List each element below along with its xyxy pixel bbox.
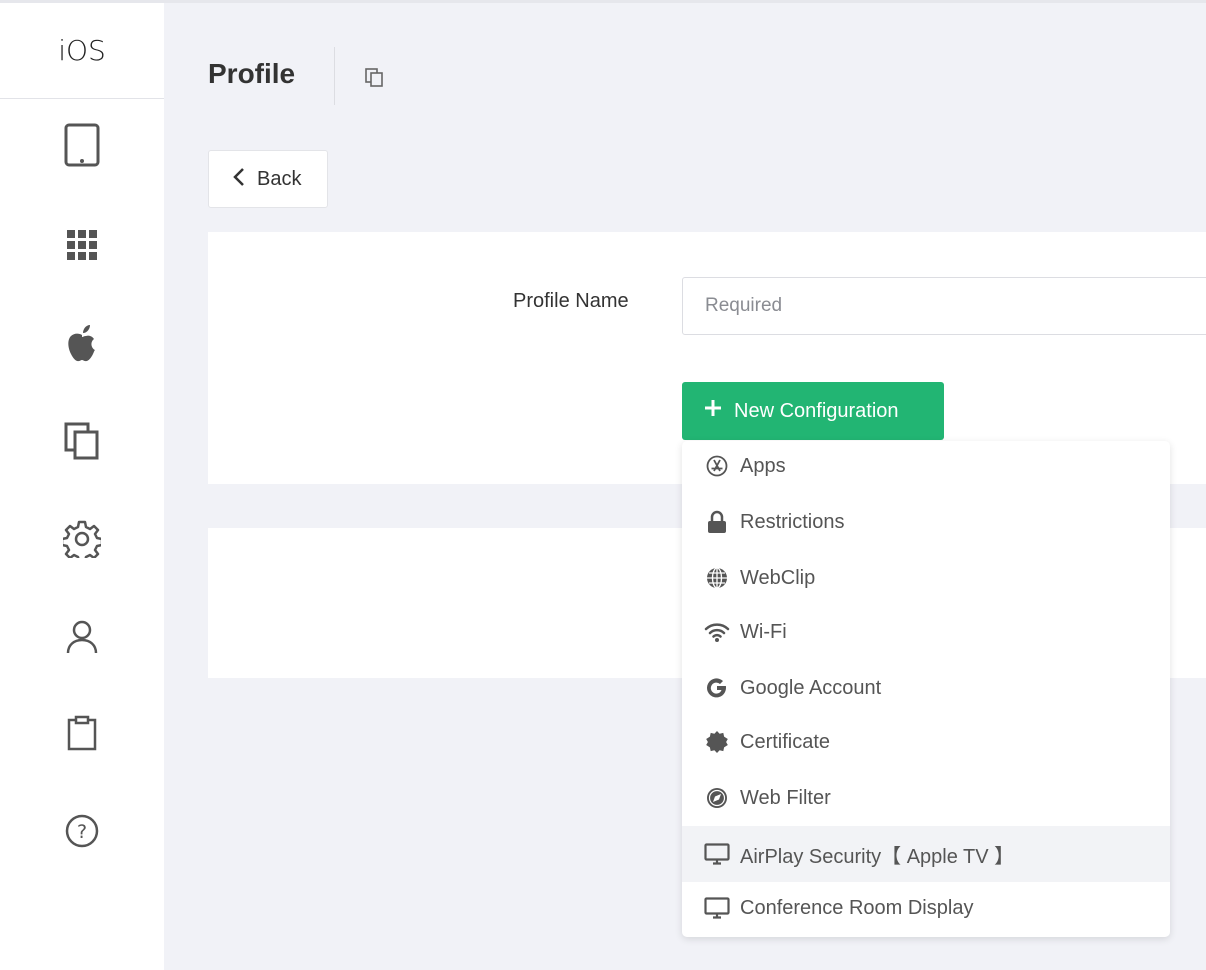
menu-item-label: Conference Room Display <box>740 896 974 919</box>
menu-item-certificate[interactable]: Certificate <box>682 714 1170 770</box>
chevron-left-icon <box>233 167 245 192</box>
top-border <box>0 0 1206 3</box>
menu-item-label: Certificate <box>740 730 831 753</box>
help-icon: ? <box>64 813 100 849</box>
back-label: Back <box>257 167 302 190</box>
sidebar-brand: iOS <box>0 3 164 99</box>
user-icon <box>66 619 98 655</box>
wifi-icon <box>704 619 730 645</box>
profile-name-label: Profile Name <box>513 290 629 312</box>
sidebar: iOS ? <box>0 3 164 970</box>
svg-text:?: ? <box>77 821 87 843</box>
lock-icon <box>704 509 730 535</box>
new-configuration-label: New Configuration <box>734 399 899 422</box>
new-configuration-button[interactable]: New Configuration <box>682 382 944 440</box>
certificate-icon <box>704 729 730 755</box>
menu-item-label: AirPlay Security【 Apple TV 】 <box>740 845 1015 868</box>
menu-item-webclip[interactable]: WebClip <box>682 550 1170 606</box>
copy-icon <box>64 422 100 460</box>
menu-item-label: Google Account <box>740 676 882 699</box>
menu-item-label: WebClip <box>740 566 816 589</box>
sidebar-item-devices[interactable] <box>0 115 164 175</box>
sidebar-item-apps[interactable] <box>0 215 164 275</box>
sidebar-item-apple[interactable] <box>0 313 164 373</box>
sidebar-item-reports[interactable] <box>0 703 164 763</box>
profile-name-input[interactable] <box>682 277 1206 335</box>
configuration-dropdown-menu: Apps Restrictions WebClip Wi-Fi Google A… <box>682 441 1170 937</box>
monitor-icon <box>704 841 730 867</box>
back-button[interactable]: Back <box>208 150 328 208</box>
plus-icon <box>704 399 722 423</box>
menu-item-restrictions[interactable]: Restrictions <box>682 494 1170 550</box>
sidebar-item-settings[interactable] <box>0 509 164 569</box>
menu-item-label: Wi-Fi <box>740 620 787 643</box>
globe-icon <box>704 565 730 591</box>
menu-item-label: Web Filter <box>740 786 831 809</box>
copy-icon <box>362 68 388 94</box>
apple-icon <box>65 323 99 363</box>
sidebar-item-profiles[interactable] <box>0 411 164 471</box>
clipboard-icon <box>67 715 97 751</box>
google-icon <box>704 675 730 701</box>
copy-profile-button[interactable] <box>362 64 388 90</box>
menu-item-wifi[interactable]: Wi-Fi <box>682 604 1170 660</box>
tablet-icon <box>64 123 100 167</box>
sidebar-item-users[interactable] <box>0 607 164 667</box>
menu-item-web-filter[interactable]: Web Filter <box>682 770 1170 826</box>
grid-icon <box>66 229 98 261</box>
menu-item-apps[interactable]: Apps <box>682 441 1170 494</box>
menu-item-label: Restrictions <box>740 510 845 533</box>
sidebar-item-help[interactable]: ? <box>0 801 164 861</box>
gear-icon <box>63 520 101 558</box>
page-title: Profile <box>208 58 296 89</box>
title-divider <box>334 47 335 105</box>
menu-item-conference-room-display[interactable]: Conference Room Display <box>682 880 1170 936</box>
menu-item-airplay-security[interactable]: AirPlay Security【 Apple TV 】 <box>682 826 1170 882</box>
menu-item-google-account[interactable]: Google Account <box>682 660 1170 716</box>
menu-item-label: Apps <box>740 454 786 477</box>
monitor-icon <box>704 895 730 921</box>
compass-icon <box>704 785 730 811</box>
app-store-icon <box>704 453 730 479</box>
